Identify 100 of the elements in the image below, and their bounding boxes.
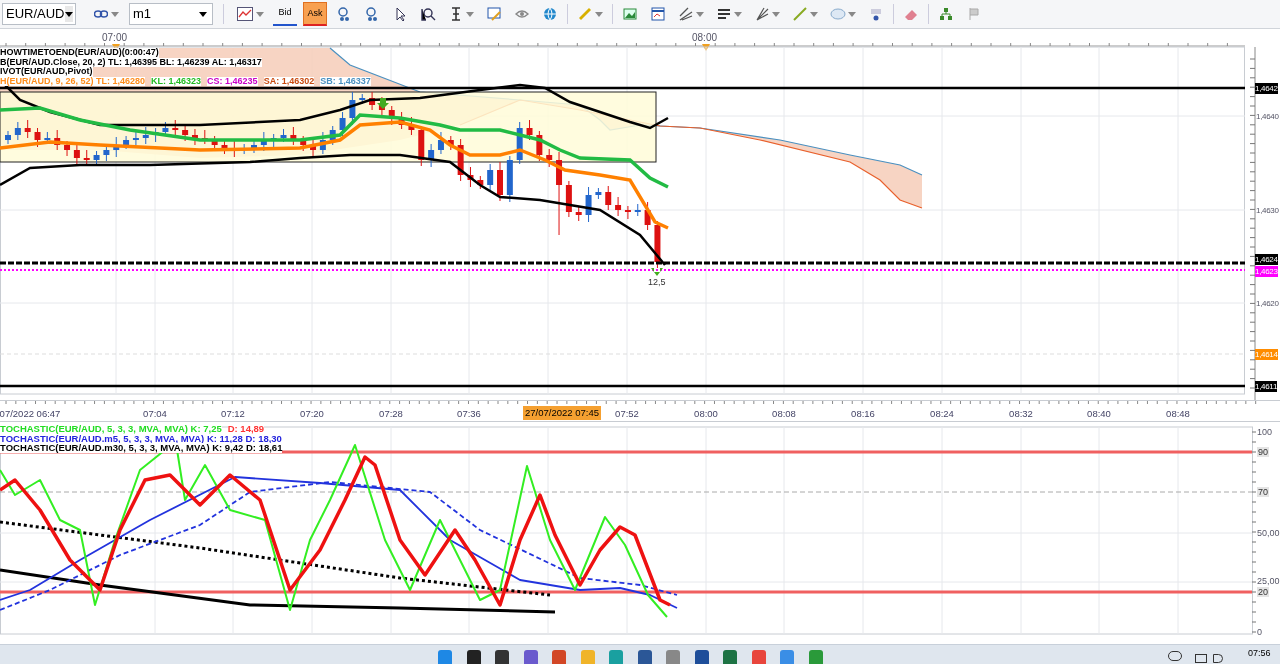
caret-icon <box>64 11 73 17</box>
fan-icon <box>754 6 770 22</box>
candle <box>615 196 622 217</box>
candle <box>447 135 454 151</box>
time-label: 08:00 <box>694 407 718 421</box>
price-label: 1,4620 <box>1256 298 1279 309</box>
time-label: 08:16 <box>851 407 875 421</box>
candle <box>152 127 159 143</box>
fork-icon <box>678 6 694 22</box>
candle <box>565 180 572 218</box>
timeframe-dropdown[interactable]: m1 <box>129 3 213 25</box>
candle <box>172 119 179 136</box>
magnifier-people-icon <box>364 6 380 22</box>
candle <box>73 143 80 166</box>
legend-text: H(EUR/AUD, 9, 26, 52) TL: 1,46280 <box>0 76 146 86</box>
ellipse-icon <box>830 6 846 22</box>
legend-text: SB: 1,46337 <box>320 76 371 86</box>
time-label: 07:28 <box>379 407 403 421</box>
time-label: 08:40 <box>1087 407 1111 421</box>
time-label: 08:48 <box>1166 407 1190 421</box>
globe-icon <box>542 6 558 22</box>
caret-icon <box>810 11 818 17</box>
picture-icon <box>622 6 638 22</box>
candle <box>477 175 484 190</box>
candle <box>428 143 435 168</box>
candle <box>34 127 41 148</box>
scale-label: 0 <box>1257 627 1262 637</box>
candle <box>388 105 395 126</box>
candle <box>575 205 582 222</box>
caret-icon <box>466 11 474 17</box>
caret-icon <box>772 11 780 17</box>
candle <box>536 130 543 162</box>
candle <box>546 148 553 168</box>
clock-text[interactable]: 07:56 <box>1248 648 1271 658</box>
lines-icon <box>716 6 732 22</box>
candle <box>290 126 297 146</box>
candle <box>231 139 238 158</box>
candle <box>54 129 61 151</box>
candle <box>624 205 631 220</box>
candle <box>497 161 503 202</box>
legend-text: B(EUR/AUD.Close, 20, 2) TL: 1,46395 BL: 1,46239 AL: 1,46317 <box>0 57 262 67</box>
network-icon[interactable] <box>1195 654 1207 663</box>
price-badge: 1,4642 <box>1255 83 1278 94</box>
scale-label: 50,00 <box>1257 528 1280 538</box>
candle <box>5 130 11 145</box>
candle <box>83 149 90 165</box>
zoom-icon <box>420 6 436 22</box>
candle <box>24 119 31 139</box>
candle <box>270 133 277 148</box>
hierarchy-icon <box>938 6 954 22</box>
time-label: 07:20 <box>300 407 324 421</box>
time-label: 07:00 <box>102 31 128 45</box>
candle <box>211 135 218 151</box>
legend-text: D: 14,89 <box>227 424 265 434</box>
candle <box>123 135 130 150</box>
candle <box>605 185 612 211</box>
legend-text: SA: 1,46302 <box>263 76 315 86</box>
note-icon <box>486 6 502 22</box>
candle <box>142 126 149 145</box>
candle <box>201 129 208 145</box>
candle <box>516 121 523 165</box>
caret-icon <box>696 11 704 17</box>
candle <box>300 135 307 152</box>
legend-text: KL: 1,46323 <box>151 76 202 86</box>
legend-text: TOCHASTIC(EUR/AUD.m5, 5, 3, 3, MVA, MVA) K: 11,28 D: 18,30 <box>0 433 282 444</box>
scale-badge: 20 <box>1257 587 1269 597</box>
time-label: 08:24 <box>930 407 954 421</box>
legend-text: IVOT(EUR/AUD,Pivot) <box>0 67 93 77</box>
time-label: 07:52 <box>615 407 639 421</box>
time-label: 08:32 <box>1009 407 1033 421</box>
ask-button[interactable]: Ask <box>303 2 327 26</box>
legend-text: TOCHASTIC(EUR/AUD, 5, 3, 3, MVA, MVA) K: 7,25 <box>0 424 222 434</box>
caret-icon <box>111 11 119 17</box>
candle <box>526 119 533 141</box>
candle <box>634 203 641 217</box>
caret-icon <box>595 11 603 17</box>
candle <box>319 131 326 155</box>
flag-icon <box>966 6 982 22</box>
candle <box>329 125 336 146</box>
legend-text: HOWTIMETOEND(EUR/AUD)(0:00:47) <box>0 48 159 58</box>
magnifier-people-icon <box>336 6 352 22</box>
candle <box>644 201 651 231</box>
arrow-marker-icon <box>651 268 663 276</box>
symbol-dropdown[interactable]: EUR/AUD <box>2 3 76 25</box>
scale-badge: 90 <box>1257 447 1269 457</box>
bid-button[interactable]: Bid <box>273 2 297 26</box>
candle <box>310 138 317 158</box>
candle <box>487 163 494 191</box>
legend-text: CS: 1,46235 <box>207 76 258 86</box>
time-label: 07/2022 06:47 <box>0 407 61 421</box>
caret-icon <box>199 11 207 17</box>
candle <box>467 166 474 188</box>
line-icon <box>792 6 808 22</box>
candle <box>506 155 513 203</box>
candle <box>369 91 376 111</box>
line-chart-icon <box>237 7 253 21</box>
candle <box>457 138 464 182</box>
candle <box>182 125 189 142</box>
time-label: 08:00 <box>692 31 718 45</box>
scale-label: 25,00 <box>1257 576 1280 586</box>
